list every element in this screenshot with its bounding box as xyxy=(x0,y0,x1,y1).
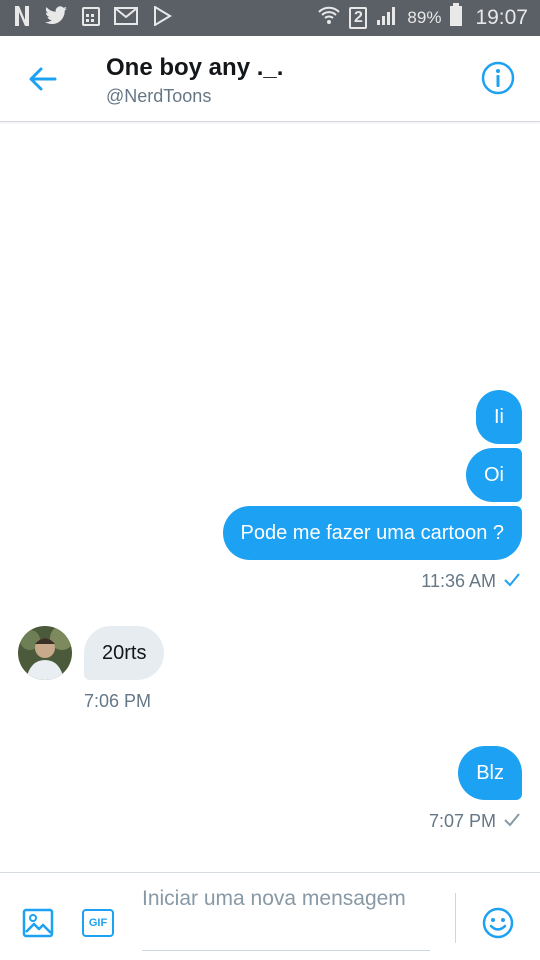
read-checkmark-icon xyxy=(504,571,520,592)
message-timestamp: 7:06 PM xyxy=(84,691,152,711)
message-bubble-in[interactable]: 20rts xyxy=(84,626,165,680)
calendar-icon xyxy=(82,6,100,31)
message-bubble-out[interactable]: Oi xyxy=(466,448,522,502)
message-bubble-out[interactable]: Blz xyxy=(458,746,522,800)
image-icon[interactable] xyxy=(22,907,54,944)
message-input[interactable]: Iniciar uma nova mensagem xyxy=(142,885,430,951)
signal-icon xyxy=(375,4,399,32)
conversation-header: One boy any ._. @NerdToons xyxy=(0,36,540,122)
netflix-icon xyxy=(14,5,30,32)
wifi-icon xyxy=(317,4,341,32)
battery-percent: 89% xyxy=(407,8,442,27)
message-composer: GIF Iniciar uma nova mensagem xyxy=(0,872,540,960)
message-bubble-out[interactable]: Ii xyxy=(476,390,522,444)
clock: 19:07 xyxy=(475,6,528,29)
twitter-icon xyxy=(44,5,68,31)
avatar[interactable] xyxy=(18,626,72,680)
mail-icon xyxy=(114,6,138,30)
message-timestamp: 11:36 AM xyxy=(421,571,520,592)
message-timestamp: 7:07 PM xyxy=(429,811,520,832)
conversation-title: One boy any ._. xyxy=(106,54,284,81)
sim-icon: 2 xyxy=(349,7,368,29)
play-store-icon xyxy=(152,4,172,31)
info-icon[interactable] xyxy=(480,60,516,96)
battery-icon xyxy=(449,3,463,33)
composer-divider xyxy=(455,893,456,943)
emoji-icon[interactable] xyxy=(481,906,515,945)
conversation-handle: @NerdToons xyxy=(106,86,212,106)
back-arrow-icon[interactable] xyxy=(26,62,60,96)
gif-icon[interactable]: GIF xyxy=(82,909,114,937)
sent-checkmark-icon xyxy=(504,811,520,832)
status-bar: 2 89% 19:07 xyxy=(0,0,540,36)
message-bubble-out[interactable]: Pode me fazer uma cartoon ? xyxy=(222,506,522,560)
